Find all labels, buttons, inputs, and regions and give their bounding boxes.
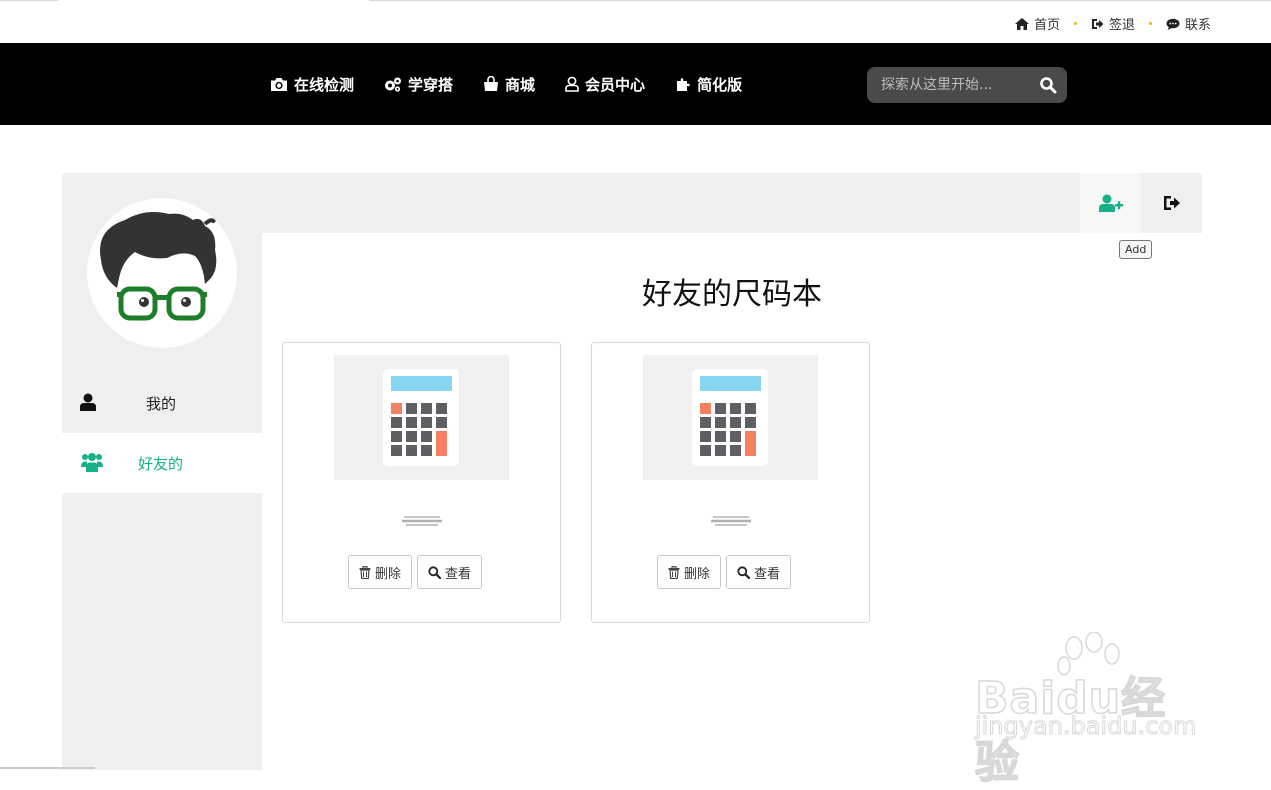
users-icon (81, 453, 103, 472)
search-icon (737, 565, 751, 579)
nav-item-online-detect[interactable]: 在线检测 (270, 74, 354, 95)
add-tooltip: Add (1119, 240, 1153, 259)
nav-item-label: 简化版 (697, 75, 743, 94)
sign-out-link-label: 签退 (1108, 18, 1135, 33)
separator-dot (1148, 22, 1152, 25)
view-button-label: 查看 (445, 566, 472, 582)
search-input[interactable] (867, 67, 1027, 103)
nav-items: 在线检测 学穿搭 商城 会员中心 简化版 (270, 43, 742, 125)
card-thumbnail (643, 355, 818, 480)
sidebar-item-mine[interactable]: 我的 (62, 373, 262, 433)
view-button[interactable]: 查看 (417, 555, 483, 589)
calculator-icon (692, 369, 768, 466)
avatar (87, 198, 237, 348)
view-button-label: 查看 (754, 566, 781, 582)
nav-item-label: 会员中心 (585, 75, 646, 94)
delete-button[interactable]: 删除 (348, 555, 413, 589)
page-title: 好友的尺码本 (642, 277, 822, 312)
delete-button-label: 删除 (684, 566, 711, 582)
watermark-logo-url: jingyan.baidu.com (974, 712, 1197, 741)
home-icon (1014, 17, 1029, 30)
blurred-name-icon (711, 516, 751, 526)
sign-out-icon (1091, 18, 1104, 29)
delete-button[interactable]: 删除 (657, 555, 722, 589)
home-link-label: 首页 (1033, 18, 1060, 33)
main-navbar: 在线检测 学穿搭 商城 会员中心 简化版 探索从这里开始... (0, 43, 1271, 125)
sign-out-icon (1163, 196, 1180, 210)
trash-icon (668, 565, 680, 579)
card-thumbnail (334, 355, 509, 480)
nav-item-label: 商城 (505, 75, 536, 94)
nav-item-outfit[interactable]: 学穿搭 (384, 74, 453, 95)
separator-dot (1073, 22, 1077, 25)
size-book-card: 删除 查看 (282, 342, 561, 623)
blurred-name-icon (402, 516, 442, 526)
user-icon (565, 76, 579, 92)
user-plus-icon (1098, 194, 1123, 212)
home-link[interactable]: 首页 (1014, 14, 1060, 33)
search-icon[interactable] (1039, 76, 1057, 94)
avatar-face-icon (100, 212, 217, 321)
contact-link[interactable]: 联系 (1166, 14, 1211, 33)
camera-icon (271, 77, 287, 91)
shopping-bag-icon (484, 76, 499, 91)
sidebar-item-friends[interactable]: 好友的 (62, 433, 262, 493)
card-actions: 删除 查看 (657, 555, 792, 589)
delete-button-label: 删除 (375, 566, 402, 582)
utility-links: 首页 签退 联系 (1014, 14, 1211, 33)
nav-item-simple[interactable]: 简化版 (675, 74, 742, 95)
sign-out-link[interactable]: 签退 (1091, 14, 1135, 33)
sidebar-item-label: 好友的 (138, 454, 184, 473)
trash-icon (359, 565, 371, 579)
utility-bar: 首页 签退 联系 (0, 1, 1271, 43)
baidu-jingyan-watermark-logo: Baidu经验 jingyan.baidu.com (970, 632, 1205, 789)
search-box (867, 67, 1067, 103)
chat-icon (1166, 18, 1180, 30)
card-actions: 删除 查看 (348, 555, 483, 589)
nav-item-label: 学穿搭 (408, 75, 454, 94)
contact-link-label: 联系 (1184, 18, 1211, 33)
view-button[interactable]: 查看 (726, 555, 792, 589)
nav-item-member-center[interactable]: 会员中心 (565, 74, 645, 95)
puzzle-icon (677, 78, 691, 91)
add-tab-button[interactable] (1080, 173, 1141, 233)
calculator-icon (383, 369, 459, 466)
user-icon (80, 393, 96, 411)
size-book-card: 删除 查看 (591, 342, 870, 623)
gears-icon (385, 77, 402, 92)
search-icon (428, 565, 442, 579)
logout-tab-button[interactable] (1141, 173, 1202, 233)
bottom-scroll-indicator (0, 767, 95, 769)
nav-item-shop[interactable]: 商城 (483, 74, 535, 95)
nav-item-label: 在线检测 (294, 75, 355, 94)
sidebar-item-label: 我的 (146, 394, 177, 413)
